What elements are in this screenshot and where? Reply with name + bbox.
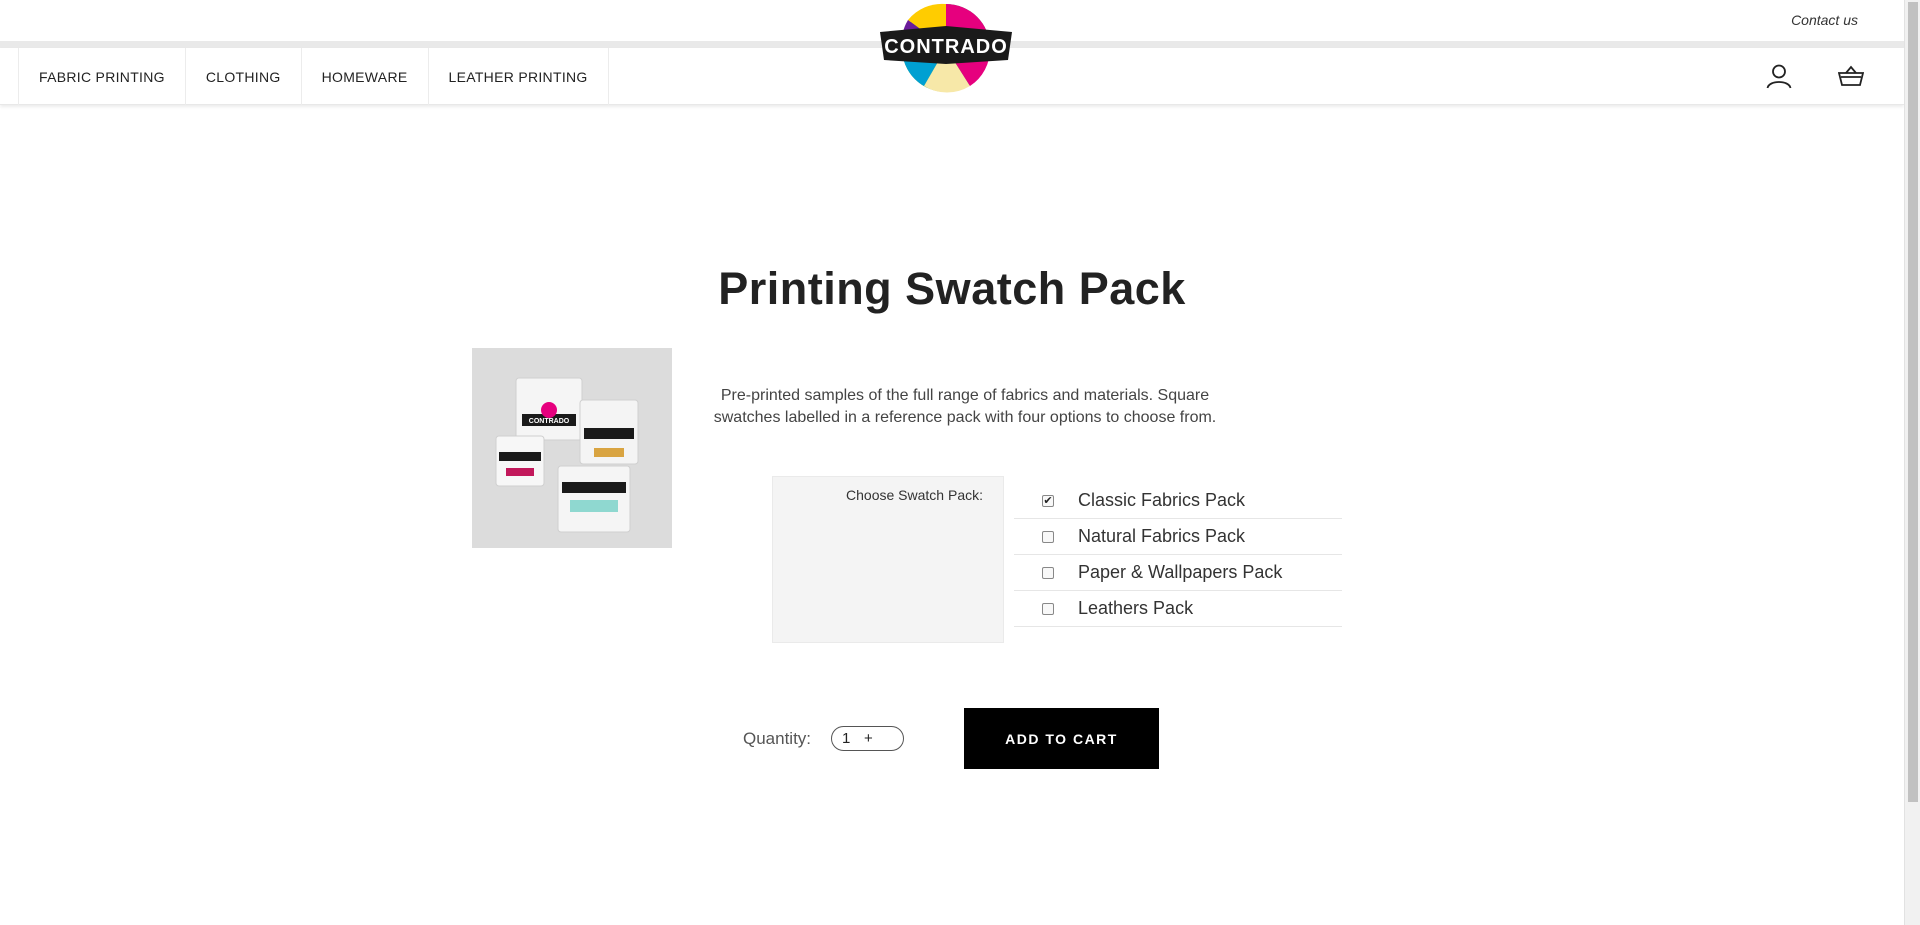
option-paper-wallpapers[interactable]: Paper & Wallpapers Pack <box>1014 555 1342 591</box>
quantity-value[interactable]: 1 <box>842 730 858 747</box>
nav-item-fabric-printing[interactable]: FABRIC PRINTING <box>19 48 186 105</box>
page-scrollbar[interactable] <box>1904 0 1920 925</box>
contrado-logo[interactable]: CONTRADO <box>878 0 1014 96</box>
product-description: Pre-printed samples of the full range of… <box>713 387 1217 426</box>
option-natural-fabrics[interactable]: Natural Fabrics Pack <box>1014 519 1342 555</box>
logo-text: CONTRADO <box>884 36 1008 58</box>
option-label: Leathers Pack <box>1078 598 1194 618</box>
quantity-label: Quantity: <box>743 729 812 748</box>
option-label: Natural Fabrics Pack <box>1078 526 1246 546</box>
basket-icon[interactable] <box>1835 60 1867 92</box>
product-image[interactable]: CONTRADO <box>472 348 672 548</box>
user-icon[interactable] <box>1763 60 1795 92</box>
option-leathers[interactable]: Leathers Pack <box>1014 591 1342 627</box>
scrollbar-thumb[interactable] <box>1908 2 1918 802</box>
nav-item-homeware[interactable]: HOMEWARE <box>302 48 429 105</box>
nav-item-leather-printing[interactable]: LEATHER PRINTING <box>429 48 609 105</box>
contact-us-link[interactable]: Contact us <box>1791 12 1858 28</box>
checkbox[interactable] <box>1042 530 1054 543</box>
checkbox-checked[interactable]: ✔ <box>1042 494 1054 507</box>
option-classic-fabrics[interactable]: ✔ Classic Fabrics Pack <box>1014 483 1342 519</box>
choose-swatch-label: Choose Swatch Pack: <box>846 487 983 503</box>
page-title: Printing Swatch Pack <box>718 263 1186 314</box>
option-label: Paper & Wallpapers Pack <box>1078 562 1283 582</box>
nav-menu: FABRIC PRINTING CLOTHING HOMEWARE LEATHE… <box>18 48 609 105</box>
plus-icon[interactable]: + <box>864 730 873 747</box>
swatch-options: ✔ Classic Fabrics Pack Natural Fabrics P… <box>1014 483 1342 627</box>
option-label: Classic Fabrics Pack <box>1078 490 1246 510</box>
nav-item-clothing[interactable]: CLOTHING <box>186 48 302 105</box>
checkbox[interactable] <box>1042 602 1054 615</box>
pack-logo-text: CONTRADO <box>529 418 570 425</box>
quantity-stepper[interactable]: 1 + <box>831 726 904 751</box>
checkbox[interactable] <box>1042 566 1054 579</box>
add-to-cart-button[interactable]: ADD TO CART <box>964 708 1159 769</box>
swatch-label-box: Choose Swatch Pack: <box>772 476 1004 643</box>
